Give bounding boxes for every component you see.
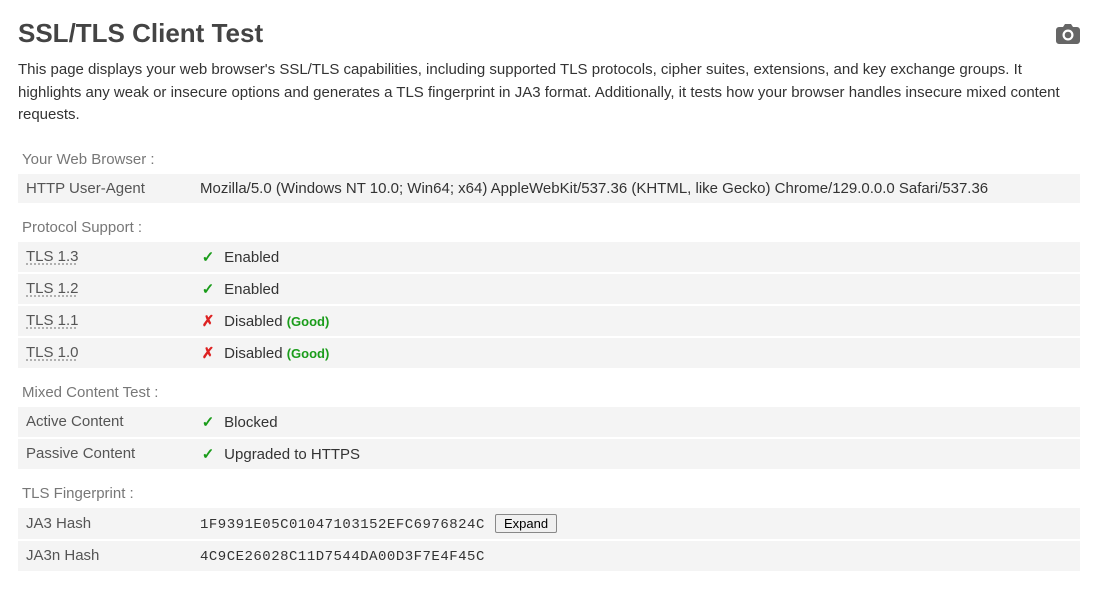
protocol-value: ✗ Disabled (Good) bbox=[192, 337, 1080, 369]
mixed-key: Passive Content bbox=[18, 438, 192, 470]
expand-button[interactable]: Expand bbox=[495, 514, 557, 533]
browser-table: HTTP User-Agent Mozilla/5.0 (Windows NT … bbox=[18, 174, 1080, 205]
protocol-value: ✓ Enabled bbox=[192, 273, 1080, 305]
check-icon: ✓ bbox=[200, 445, 216, 463]
page-title-text: SSL/TLS Client Test bbox=[18, 18, 263, 49]
section-label-mixed: Mixed Content Test : bbox=[18, 378, 1080, 407]
check-icon: ✓ bbox=[200, 248, 216, 266]
table-row: TLS 1.0 ✗ Disabled (Good) bbox=[18, 337, 1080, 369]
ja3-hash: 1F9391E05C01047103152EFC6976824C bbox=[200, 517, 485, 533]
ja3-key: JA3 Hash bbox=[18, 508, 192, 540]
section-label-protocol: Protocol Support : bbox=[18, 213, 1080, 242]
fingerprint-table: JA3 Hash 1F9391E05C01047103152EFC6976824… bbox=[18, 508, 1080, 573]
mixed-content-table: Active Content ✓ Blocked Passive Content… bbox=[18, 407, 1080, 471]
mixed-key: Active Content bbox=[18, 407, 192, 438]
table-row: Passive Content ✓ Upgraded to HTTPS bbox=[18, 438, 1080, 470]
protocol-status: Disabled bbox=[224, 313, 282, 330]
protocol-status: Enabled bbox=[224, 249, 279, 266]
check-icon: ✓ bbox=[200, 413, 216, 431]
table-row: Active Content ✓ Blocked bbox=[18, 407, 1080, 438]
protocol-key[interactable]: TLS 1.0 bbox=[18, 337, 192, 369]
protocol-key[interactable]: TLS 1.3 bbox=[18, 242, 192, 273]
protocol-note: (Good) bbox=[287, 346, 330, 361]
ja3n-value-cell: 4C9CE26028C11D7544DA00D3F7E4F45C bbox=[192, 540, 1080, 572]
mixed-value: ✓ Upgraded to HTTPS bbox=[192, 438, 1080, 470]
table-row: TLS 1.2 ✓ Enabled bbox=[18, 273, 1080, 305]
protocol-status: Enabled bbox=[224, 281, 279, 298]
camera-icon[interactable] bbox=[1056, 24, 1080, 44]
table-row: JA3 Hash 1F9391E05C01047103152EFC6976824… bbox=[18, 508, 1080, 540]
mixed-value: ✓ Blocked bbox=[192, 407, 1080, 438]
protocol-table: TLS 1.3 ✓ Enabled TLS 1.2 ✓ Enabled TLS … bbox=[18, 242, 1080, 370]
user-agent-value: Mozilla/5.0 (Windows NT 10.0; Win64; x64… bbox=[192, 174, 1080, 204]
table-row: TLS 1.1 ✗ Disabled (Good) bbox=[18, 305, 1080, 337]
protocol-note: (Good) bbox=[287, 314, 330, 329]
page-title: SSL/TLS Client Test bbox=[18, 18, 1080, 49]
ja3-value-cell: 1F9391E05C01047103152EFC6976824C Expand bbox=[192, 508, 1080, 540]
protocol-value: ✗ Disabled (Good) bbox=[192, 305, 1080, 337]
table-row: TLS 1.3 ✓ Enabled bbox=[18, 242, 1080, 273]
table-row: JA3n Hash 4C9CE26028C11D7544DA00D3F7E4F4… bbox=[18, 540, 1080, 572]
protocol-value: ✓ Enabled bbox=[192, 242, 1080, 273]
intro-text: This page displays your web browser's SS… bbox=[18, 59, 1080, 127]
mixed-status: Blocked bbox=[224, 414, 277, 431]
mixed-status: Upgraded to HTTPS bbox=[224, 446, 360, 463]
table-row: HTTP User-Agent Mozilla/5.0 (Windows NT … bbox=[18, 174, 1080, 204]
check-icon: ✓ bbox=[200, 280, 216, 298]
cross-icon: ✗ bbox=[200, 344, 216, 362]
protocol-status: Disabled bbox=[224, 345, 282, 362]
ja3n-key: JA3n Hash bbox=[18, 540, 192, 572]
protocol-key[interactable]: TLS 1.2 bbox=[18, 273, 192, 305]
protocol-key[interactable]: TLS 1.1 bbox=[18, 305, 192, 337]
section-label-browser: Your Web Browser : bbox=[18, 145, 1080, 174]
section-label-fingerprint: TLS Fingerprint : bbox=[18, 479, 1080, 508]
cross-icon: ✗ bbox=[200, 312, 216, 330]
user-agent-key: HTTP User-Agent bbox=[18, 174, 192, 204]
ja3n-hash: 4C9CE26028C11D7544DA00D3F7E4F45C bbox=[200, 549, 485, 565]
